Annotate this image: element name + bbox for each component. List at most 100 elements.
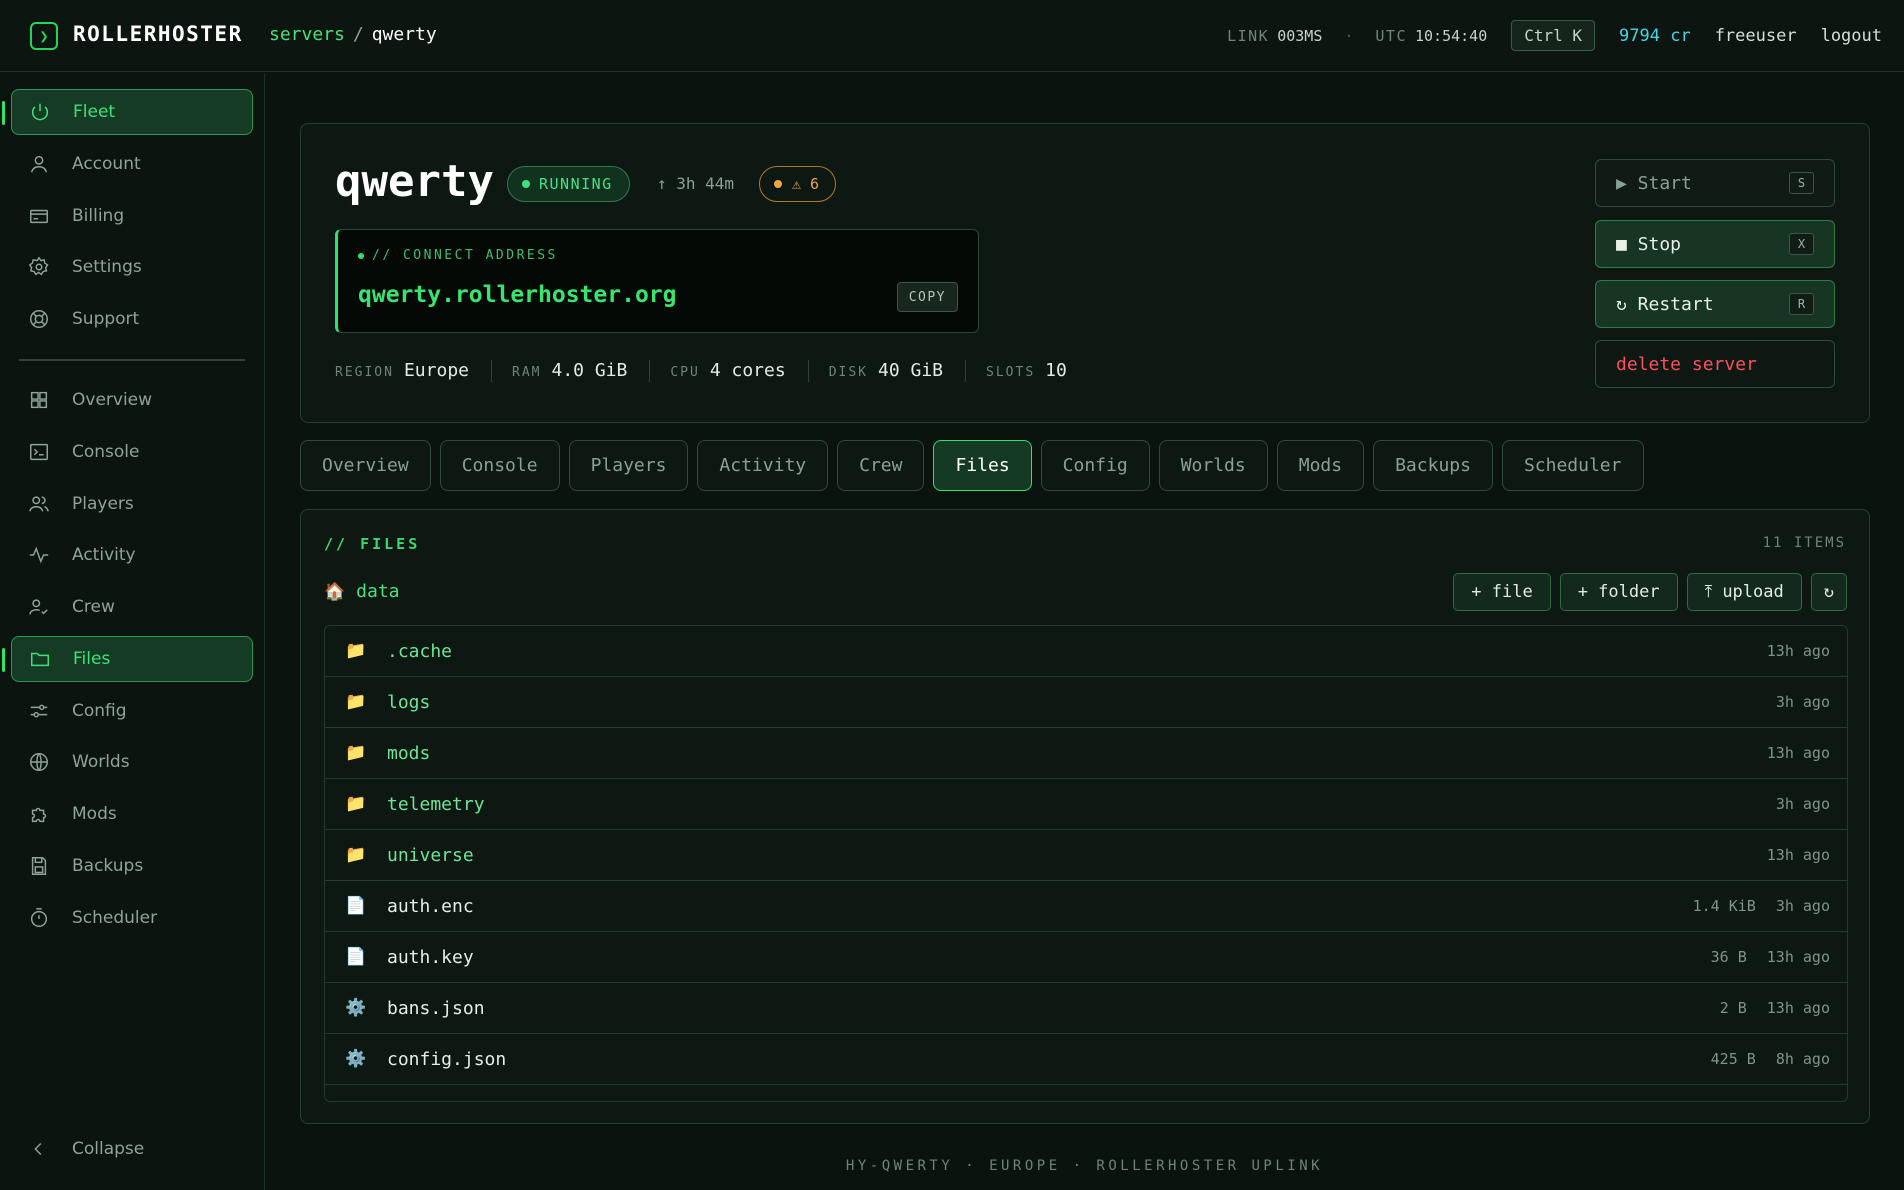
- save-icon: [26, 853, 52, 879]
- stop-button[interactable]: ■ Stop X: [1595, 220, 1835, 268]
- file-name[interactable]: auth.key: [387, 947, 1711, 968]
- connect-address[interactable]: qwerty.rollerhoster.org: [358, 282, 677, 308]
- restart-shortcut: R: [1789, 293, 1814, 315]
- file-row[interactable]: 📁 mods 13h ago: [325, 728, 1847, 779]
- sidebar-item-label: Mods: [72, 804, 117, 824]
- file-row[interactable]: 📄 auth.key 36 B 13h ago: [325, 932, 1847, 983]
- server-name: qwerty: [335, 156, 494, 207]
- file-name[interactable]: .cache: [387, 641, 1767, 662]
- tab-crew[interactable]: Crew: [837, 440, 925, 491]
- file-name[interactable]: logs: [387, 692, 1776, 713]
- status-separator: ·: [1344, 26, 1354, 45]
- spec-ram: RAM 4.0 GiB: [512, 360, 651, 382]
- file-row[interactable]: 📁 telemetry 3h ago: [325, 779, 1847, 830]
- credits-balance[interactable]: 9794 cr: [1619, 26, 1691, 46]
- sidebar-divider: [19, 359, 245, 361]
- file-row[interactable]: 📁 logs 3h ago: [325, 677, 1847, 728]
- sidebar-item-crew[interactable]: Crew: [11, 584, 253, 630]
- sidebar-item-account[interactable]: Account: [11, 141, 253, 187]
- new-file-button[interactable]: + file: [1453, 573, 1551, 611]
- file-modified: 13h ago: [1766, 846, 1830, 864]
- sidebar-item-label: Account: [72, 154, 141, 174]
- tab-players[interactable]: Players: [568, 440, 689, 491]
- tab-backups[interactable]: Backups: [1373, 440, 1493, 491]
- file-name[interactable]: universe: [387, 845, 1767, 866]
- users-icon: [26, 491, 52, 517]
- sidebar-item-backups[interactable]: Backups: [11, 843, 253, 889]
- sidebar-item-mods[interactable]: Mods: [11, 791, 253, 837]
- file-row[interactable]: 📄 auth.enc 1.4 KiB 3h ago: [325, 881, 1847, 932]
- spec-value: 10: [1045, 360, 1067, 381]
- logout-link[interactable]: logout: [1821, 26, 1882, 46]
- current-directory[interactable]: data: [356, 581, 399, 602]
- sidebar-collapse-button[interactable]: Collapse: [11, 1126, 253, 1172]
- server-specs: REGION Europe RAM 4.0 GiB CPU 4 cores DISK 4…: [335, 360, 1109, 382]
- upload-button[interactable]: ⤒ upload: [1686, 573, 1802, 611]
- spec-value: 4 cores: [709, 360, 786, 381]
- home-icon[interactable]: 🏠: [324, 582, 345, 602]
- tab-overview[interactable]: Overview: [300, 440, 431, 491]
- sidebar-item-overview[interactable]: Overview: [11, 377, 253, 423]
- sidebar-item-activity[interactable]: Activity: [11, 532, 253, 578]
- tab-console[interactable]: Console: [439, 440, 560, 491]
- command-palette-button[interactable]: Ctrl K: [1511, 20, 1596, 51]
- username-link[interactable]: freeuser: [1715, 26, 1797, 46]
- file-modified: 3h ago: [1775, 693, 1830, 711]
- spec-slots: SLOTS 10: [986, 360, 1089, 382]
- stop-shortcut: X: [1789, 233, 1814, 255]
- tab-worlds[interactable]: Worlds: [1158, 440, 1268, 491]
- sidebar-item-scheduler[interactable]: Scheduler: [11, 895, 253, 941]
- file-name[interactable]: bans.json: [387, 998, 1720, 1019]
- sidebar-item-worlds[interactable]: Worlds: [11, 739, 253, 785]
- server-header-card: qwerty RUNNING ↑ 3h 44m ⚠ 6 // CONNECT A…: [300, 123, 1870, 423]
- sidebar-item-files[interactable]: Files: [2, 636, 253, 682]
- copy-address-button[interactable]: COPY: [896, 282, 958, 312]
- sidebar-item-label: Players: [72, 494, 134, 514]
- sidebar-item-players[interactable]: Players: [11, 481, 253, 527]
- tab-files[interactable]: Files: [933, 440, 1032, 491]
- restart-button[interactable]: ↻ Restart R: [1595, 280, 1835, 328]
- sidebar-item-fleet[interactable]: Fleet: [2, 89, 253, 135]
- sidebar-item-config[interactable]: Config: [11, 688, 253, 734]
- file-modified: 13h ago: [1766, 948, 1830, 966]
- timer-icon: [26, 905, 52, 931]
- warnings-badge[interactable]: ⚠ 6: [759, 166, 837, 202]
- file-name[interactable]: config.json: [387, 1049, 1711, 1070]
- start-button[interactable]: ▶ Start S: [1595, 159, 1835, 207]
- file-modified: 13h ago: [1766, 744, 1830, 762]
- sidebar-item-billing[interactable]: Billing: [11, 193, 253, 239]
- sidebar-item-settings[interactable]: Settings: [11, 244, 253, 290]
- tab-config[interactable]: Config: [1040, 440, 1150, 491]
- top-right-status: LINK 003MS · UTC 10:54:40 Ctrl K 9794 cr…: [1227, 20, 1882, 51]
- folder-icon: 📁: [345, 692, 367, 712]
- logo-icon[interactable]: ❯: [30, 22, 58, 50]
- tab-activity[interactable]: Activity: [697, 440, 829, 491]
- spec-region: REGION Europe: [335, 360, 492, 382]
- file-size: 425 B: [1710, 1050, 1756, 1068]
- delete-server-button[interactable]: delete server: [1595, 340, 1835, 388]
- breadcrumb-servers-link[interactable]: servers: [269, 24, 345, 45]
- file-actions: + file + folder ⤒ upload ↻: [1444, 573, 1847, 611]
- restart-label: ↻ Restart: [1616, 293, 1714, 315]
- spec-disk: DISK 40 GiB: [829, 360, 967, 382]
- file-modified: 3h ago: [1775, 897, 1830, 915]
- spec-value: 4.0 GiB: [551, 360, 628, 381]
- gear-icon: ⚙️: [345, 1049, 367, 1069]
- new-folder-button[interactable]: + folder: [1559, 573, 1678, 611]
- file-row[interactable]: 📁 universe 13h ago: [325, 830, 1847, 881]
- file-name[interactable]: mods: [387, 743, 1767, 764]
- sidebar-item-console[interactable]: Console: [11, 429, 253, 475]
- brand-name[interactable]: ROLLERHOSTER: [73, 22, 243, 46]
- breadcrumb: servers / qwerty: [269, 24, 437, 45]
- tab-scheduler[interactable]: Scheduler: [1501, 440, 1644, 491]
- file-name[interactable]: telemetry: [387, 794, 1776, 815]
- file-row[interactable]: ⚙️ config.json 425 B 8h ago: [325, 1034, 1847, 1085]
- refresh-button[interactable]: ↻: [1810, 573, 1847, 611]
- file-row[interactable]: 📁 .cache 13h ago: [325, 626, 1847, 677]
- file-row[interactable]: ⚙️ bans.json 2 B 13h ago: [325, 983, 1847, 1034]
- sidebar-item-support[interactable]: Support: [11, 296, 253, 342]
- lifebuoy-icon: [26, 306, 52, 332]
- sidebar-item-label: Files: [73, 649, 111, 669]
- file-name[interactable]: auth.enc: [387, 896, 1693, 917]
- tab-mods[interactable]: Mods: [1276, 440, 1365, 491]
